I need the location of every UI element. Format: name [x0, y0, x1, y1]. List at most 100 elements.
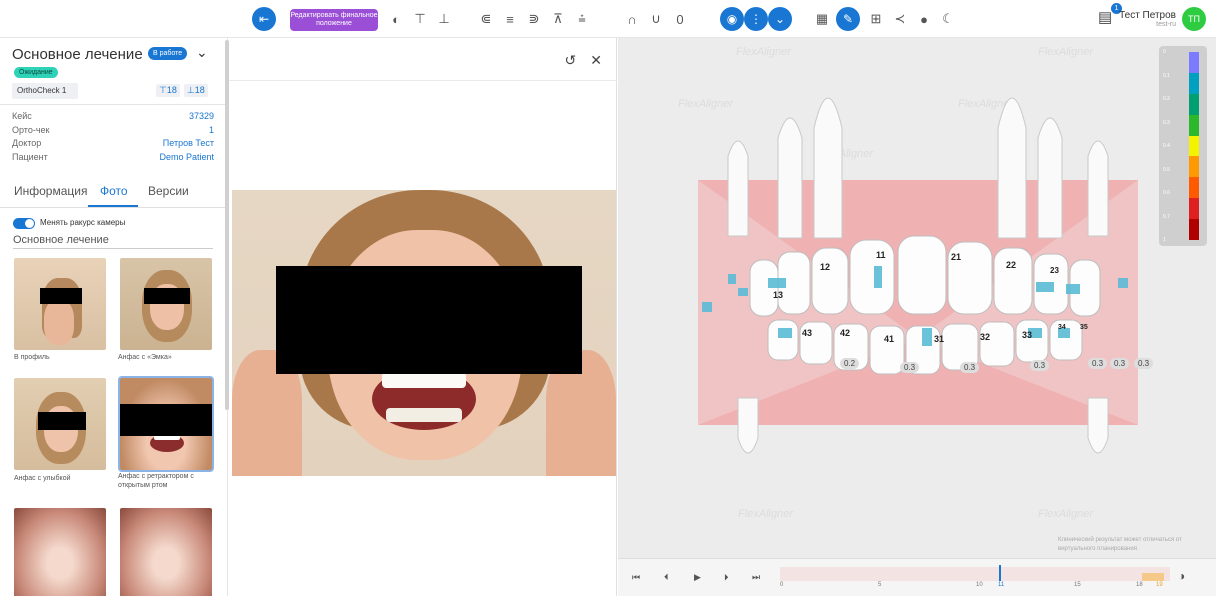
tooth-label: 31	[934, 334, 945, 344]
contrast-toggle-icon[interactable]: ◑	[1178, 569, 1185, 583]
stage-timeline[interactable]: 0 5 10 11 15 18 19	[780, 565, 1170, 589]
view-left-icon[interactable]: ⋐	[476, 9, 496, 29]
tab-versions[interactable]: Версии	[148, 184, 189, 198]
timeline-marker[interactable]	[999, 565, 1001, 581]
timeline-tick: 5	[878, 582, 882, 588]
tooth-label: 43	[802, 328, 813, 338]
last-stage-icon[interactable]: ⏭	[752, 572, 760, 583]
chevron-down-icon[interactable]: ⌄	[196, 44, 208, 61]
view-front-icon[interactable]: ≡	[500, 9, 520, 29]
share-icon[interactable]: ≺	[890, 9, 910, 29]
grid-icon[interactable]: ▦	[812, 9, 832, 29]
scale-segment	[1189, 93, 1199, 115]
tooth-label: 11	[876, 250, 886, 260]
lower-count: ⊥18	[183, 84, 208, 97]
orthocheck-chip[interactable]: OrthoCheck 1	[12, 83, 78, 99]
contrast-icon[interactable]: ◐	[386, 9, 406, 29]
timeline-tick: 19	[1156, 582, 1163, 588]
notifications-icon[interactable]: ▤ 1	[1098, 3, 1122, 28]
tooth-label: 32	[980, 332, 991, 342]
censor-bar	[38, 412, 86, 430]
edit-final-position-button[interactable]: Редактировать финальное положение	[290, 9, 378, 31]
view-bottom-icon[interactable]: ⩮	[572, 9, 592, 29]
view-top-icon[interactable]: ⊼	[548, 9, 568, 29]
treatment-title: Основное лечение	[12, 46, 143, 63]
camera-angle-label: Менять ракурс камеры	[40, 218, 126, 227]
photo-thumb-retractor[interactable]	[118, 376, 214, 472]
both-arches-icon[interactable]: 0	[670, 9, 690, 29]
lower-jaw-icon[interactable]: ⊥	[434, 9, 454, 29]
timeline-tick: 18	[1136, 582, 1143, 588]
scale-label: 0.6	[1163, 190, 1170, 196]
info-row-case: Кейс 37329	[12, 111, 214, 121]
censor-bar	[144, 288, 190, 304]
tooth-label: 13	[773, 290, 784, 300]
first-stage-icon[interactable]: ⏮	[632, 572, 640, 583]
photo-thumb-front[interactable]	[120, 258, 212, 350]
scale-label: 0.7	[1163, 213, 1170, 220]
close-icon[interactable]: ✕	[590, 52, 602, 69]
censor-bar	[40, 288, 82, 304]
aligner-counts: ⊤18 ⊥18	[156, 84, 208, 97]
photo-section-title: Основное лечение	[13, 234, 213, 249]
info-row-doctor: Доктор Петров Тест	[12, 138, 214, 148]
info-row-orthocheck: Орто-чек 1	[12, 124, 214, 135]
disclaimer-text: Клинический результат может отличаться о…	[1058, 537, 1182, 552]
scale-segment	[1189, 52, 1199, 73]
photo-caption: Анфас с ретрактором с открытым ртом	[118, 473, 194, 489]
scale-label: 0	[1163, 49, 1166, 55]
scale-label: 0.4	[1163, 143, 1170, 149]
ipr-badge[interactable]: 0.3	[900, 362, 920, 373]
scale-label: 0.3	[1163, 119, 1170, 126]
back-icon[interactable]: ⇤	[252, 7, 276, 31]
3d-viewport[interactable]: FlexAligner FlexAligner FlexAligner Flex…	[618, 38, 1216, 558]
scale-segment	[1189, 156, 1199, 178]
photo-thumb-intraoral-lower[interactable]	[120, 508, 212, 596]
ipr-badge[interactable]: 0.3	[960, 362, 980, 373]
prev-stage-icon[interactable]: ⏴	[664, 572, 669, 583]
camera-angle-toggle[interactable]	[13, 218, 35, 229]
timeline-tick: 10	[976, 582, 983, 588]
info-row-patient: Пациент Demo Patient	[12, 151, 214, 162]
compare-icon[interactable]: ⊞	[866, 9, 886, 29]
collapse-icon[interactable]: ⌄	[768, 7, 792, 31]
tab-indicator	[88, 205, 138, 207]
scale-segment	[1189, 135, 1199, 157]
ipr-badge[interactable]: 0.2	[840, 358, 860, 369]
play-icon[interactable]: ▶	[694, 572, 701, 583]
user-menu[interactable]: Тест Петров test-ru ТП	[1119, 6, 1206, 32]
ipr-badge[interactable]: 0.3	[1088, 358, 1108, 369]
upper-count: ⊤18	[156, 84, 180, 97]
view-right-icon[interactable]: ⋑	[524, 9, 544, 29]
comment-icon[interactable]: ●	[914, 9, 934, 29]
ipr-icon[interactable]: ⋮	[744, 7, 768, 31]
ipr-badge[interactable]: 0.3	[1030, 360, 1050, 371]
attachments-icon[interactable]: ◉	[720, 7, 744, 31]
night-mode-icon[interactable]: ☾	[938, 9, 958, 29]
tab-photo[interactable]: Фото	[100, 184, 128, 198]
next-stage-icon[interactable]: ⏵	[724, 572, 729, 583]
case-sidebar: Основное лечение В работе ⌄ Ожидание Ort…	[0, 38, 228, 596]
scale-label: 0.1	[1163, 72, 1170, 79]
scale-segment	[1189, 219, 1199, 240]
ipr-badge[interactable]: 0.3	[1134, 358, 1154, 369]
photo-thumb-profile[interactable]	[14, 258, 106, 350]
photo-thumb-smile[interactable]	[14, 378, 106, 470]
tooth-label: 21	[951, 252, 962, 262]
tab-info[interactable]: Информация	[14, 184, 87, 198]
scale-label: 0.5	[1163, 166, 1170, 173]
upper-arch-icon[interactable]: ∩	[622, 9, 642, 29]
tooth-label: 35	[1080, 324, 1088, 331]
upper-jaw-icon[interactable]: ⊤	[410, 9, 430, 29]
user-login: test-ru	[1156, 21, 1176, 28]
sidebar-tabs: Информация Фото Версии	[0, 176, 226, 208]
ipr-badge[interactable]: 0.3	[1110, 358, 1130, 369]
photo-viewer: ↺ ✕	[229, 38, 617, 596]
censor-bar	[276, 266, 582, 374]
lower-arch-icon[interactable]: ∪	[646, 9, 666, 29]
photo-thumb-intraoral-upper[interactable]	[14, 508, 106, 596]
rotate-icon[interactable]: ↺	[565, 52, 577, 69]
stage-player: ⏮ ⏴ ▶ ⏵ ⏭ 0 5 10 11 15 18 19 ◑	[618, 558, 1216, 596]
ruler-icon[interactable]: ✎	[836, 7, 860, 31]
photo-caption: В профиль	[14, 354, 50, 361]
